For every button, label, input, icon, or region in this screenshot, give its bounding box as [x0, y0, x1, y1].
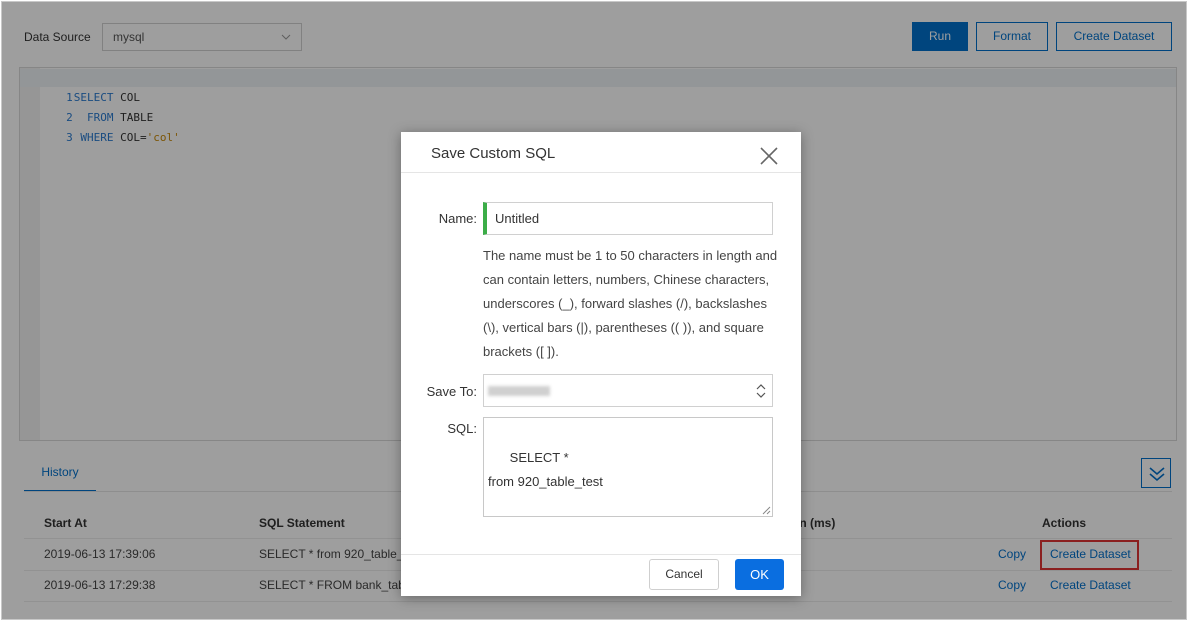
sql-text: SELECT * from 920_table_test [488, 450, 603, 489]
dialog-header-divider [401, 172, 801, 173]
name-field[interactable]: Untitled [483, 202, 773, 235]
name-label: Name: [438, 211, 477, 226]
updown-chevron-icon [756, 384, 766, 398]
save-to-label: Save To: [426, 384, 477, 399]
resize-handle-icon[interactable] [762, 506, 771, 515]
cancel-button[interactable]: Cancel [649, 559, 719, 590]
sql-label: SQL: [447, 421, 477, 436]
dialog-title: Save Custom SQL [431, 145, 556, 162]
name-hint: The name must be 1 to 50 characters in l… [483, 248, 778, 359]
app-window: Data Source mysql Run Format Create Data… [1, 1, 1187, 620]
dialog-footer-divider [401, 554, 801, 555]
ok-button[interactable]: OK [735, 559, 784, 590]
save-to-select[interactable] [483, 374, 773, 407]
close-icon[interactable] [759, 146, 779, 166]
save-to-value [488, 386, 550, 396]
sql-textarea[interactable]: SELECT * from 920_table_test [483, 417, 773, 517]
save-custom-sql-dialog: Save Custom SQL Name: Untitled The name … [401, 132, 801, 596]
